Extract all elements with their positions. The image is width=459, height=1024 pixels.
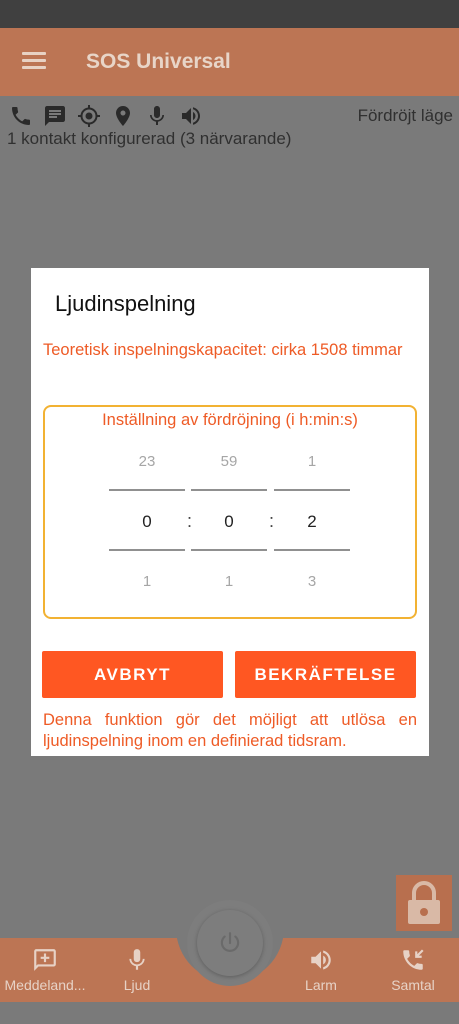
nav-audio[interactable]: Ljud (96, 938, 178, 1002)
microphone-icon (129, 949, 145, 970)
lock-button[interactable] (396, 875, 452, 931)
speaker-icon (311, 950, 331, 970)
minutes-picker[interactable]: 59 0 1 (191, 447, 267, 603)
minutes-next-value[interactable]: 1 (191, 573, 267, 590)
add-message-icon (34, 949, 56, 971)
nav-call[interactable]: Samtal (373, 938, 453, 1002)
message-icon (45, 106, 65, 126)
incoming-call-icon (403, 949, 424, 970)
picker-divider (274, 489, 350, 491)
audio-recording-dialog: Ljudinspelning Teoretisk inspelningskapa… (31, 268, 429, 756)
seconds-picker[interactable]: 1 2 3 (274, 447, 350, 603)
picker-divider (191, 489, 267, 491)
nav-label: Meddeland... (4, 977, 86, 993)
picker-divider (109, 489, 185, 491)
nav-alarm[interactable]: Larm (281, 938, 361, 1002)
delay-label: Inställning av fördröjning (i h:min:s) (102, 411, 358, 429)
speaker-icon (182, 107, 200, 125)
app-bar: SOS Universal (0, 28, 459, 96)
hours-prev-value[interactable]: 23 (109, 453, 185, 470)
nav-label: Ljud (123, 977, 151, 993)
confirm-button[interactable]: BEKRÄFTELSE (235, 651, 416, 698)
minutes-prev-value[interactable]: 59 (191, 453, 267, 470)
microphone-icon (150, 106, 164, 125)
picker-divider (274, 549, 350, 551)
contacts-status: 1 kontakt konfigurerad (3 närvarande) (7, 129, 292, 148)
cancel-button[interactable]: AVBRYT (42, 651, 223, 698)
delay-setting-box: Inställning av fördröjning (i h:min:s) 2… (43, 405, 417, 619)
menu-icon[interactable] (22, 52, 46, 70)
dialog-description: Denna funktion gör det möjligt att utlös… (43, 711, 417, 750)
mode-label: Fördröjt läge (357, 106, 453, 125)
status-icon-row (8, 104, 204, 128)
seconds-current-value[interactable]: 2 (274, 512, 350, 532)
minutes-current-value[interactable]: 0 (191, 512, 267, 532)
power-button[interactable] (187, 900, 273, 986)
nav-label: Samtal (391, 977, 435, 993)
capacity-text: Teoretisk inspelningskapacitet: cirka 15… (43, 341, 403, 359)
lock-icon (408, 881, 440, 924)
picker-divider (191, 549, 267, 551)
seconds-prev-value[interactable]: 1 (274, 453, 350, 470)
location-pin-icon (116, 106, 130, 126)
hours-current-value[interactable]: 0 (109, 512, 185, 532)
seconds-next-value[interactable]: 3 (274, 573, 350, 590)
app-title: SOS Universal (86, 50, 231, 73)
dialog-title: Ljudinspelning (55, 291, 196, 316)
system-status-bar (0, 0, 459, 28)
nav-label: Larm (305, 977, 337, 993)
picker-divider (109, 549, 185, 551)
power-icon (220, 932, 240, 952)
phone-icon (12, 107, 30, 125)
system-navigation-bar (0, 1002, 459, 1024)
hours-next-value[interactable]: 1 (109, 573, 185, 590)
nav-messages[interactable]: Meddeland... (0, 938, 90, 1002)
gps-icon (78, 105, 100, 127)
hours-picker[interactable]: 23 0 1 (109, 447, 185, 603)
